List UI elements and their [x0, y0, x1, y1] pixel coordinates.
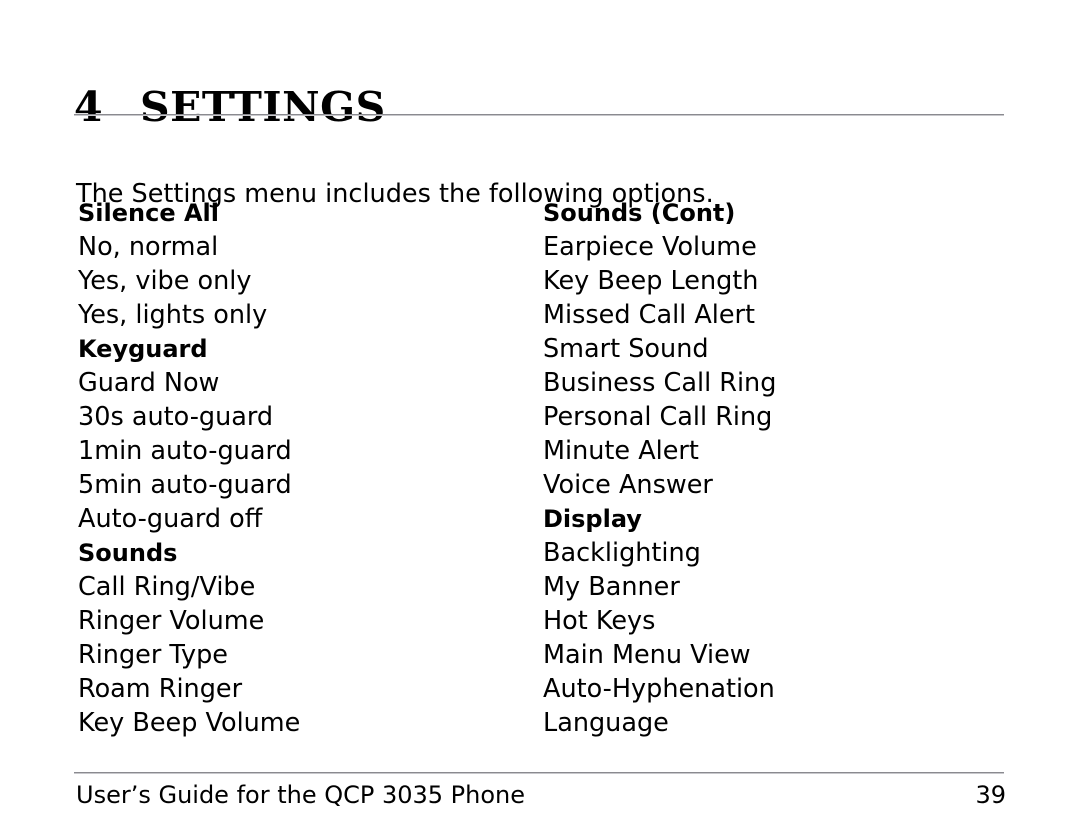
settings-group-heading: Silence All	[78, 199, 219, 227]
settings-group-heading: Sounds (Cont)	[543, 199, 736, 227]
chapter-title: SETTINGS	[140, 83, 386, 132]
settings-option-item: Personal Call Ring	[543, 402, 773, 432]
settings-option-item: Ringer Type	[78, 640, 228, 670]
settings-option-item: Earpiece Volume	[543, 232, 757, 262]
page-footer: User’s Guide for the QCP 3035 Phone 39	[76, 780, 1006, 810]
settings-option-item: Missed Call Alert	[543, 300, 756, 330]
settings-option-item: My Banner	[543, 572, 680, 602]
settings-option-item: Business Call Ring	[543, 368, 777, 398]
settings-column-left: Silence All No, normal Yes, vibe only Yes, …	[78, 196, 518, 740]
settings-option-item: Call Ring/Vibe	[78, 572, 256, 602]
settings-option-item: Main Menu View	[543, 640, 751, 670]
settings-option-item: Voice Answer	[543, 470, 713, 500]
header-divider	[74, 114, 1004, 116]
settings-option-item: Auto-guard off	[78, 504, 263, 534]
settings-option-item: No, normal	[78, 232, 219, 262]
footer-guide-title: User’s Guide for the QCP 3035 Phone	[76, 781, 526, 809]
settings-group-heading: Keyguard	[78, 335, 208, 363]
settings-option-item: Hot Keys	[543, 606, 656, 636]
page-title: 4 SETTINGS	[74, 83, 1004, 131]
settings-option-item: Minute Alert	[543, 436, 699, 466]
settings-option-item: Key Beep Length	[543, 266, 759, 296]
settings-option-item: Smart Sound	[543, 334, 709, 364]
settings-option-item: Guard Now	[78, 368, 220, 398]
chapter-number: 4	[74, 83, 104, 132]
settings-option-item: Auto-Hyphenation	[543, 674, 775, 704]
settings-group-heading: Display	[543, 505, 642, 533]
settings-group-heading: Sounds	[78, 539, 178, 567]
settings-option-item: Yes, vibe only	[78, 266, 252, 296]
settings-option-item: 5min auto-guard	[78, 470, 292, 500]
settings-option-item: Roam Ringer	[78, 674, 243, 704]
settings-option-item: 30s auto-guard	[78, 402, 274, 432]
settings-option-item: Language	[543, 708, 669, 738]
footer-divider	[74, 772, 1004, 774]
settings-column-right: Sounds (Cont) Earpiece Volume Key Beep Len…	[543, 196, 1003, 740]
settings-option-item: Ringer Volume	[78, 606, 265, 636]
document-page: 4 SETTINGS The Settings menu includes the…	[0, 0, 1080, 834]
footer-page-number: 39	[975, 781, 1006, 809]
settings-option-item: Yes, lights only	[78, 300, 268, 330]
settings-option-item: 1min auto-guard	[78, 436, 292, 466]
settings-option-item: Key Beep Volume	[78, 708, 301, 738]
settings-option-item: Backlighting	[543, 538, 701, 568]
